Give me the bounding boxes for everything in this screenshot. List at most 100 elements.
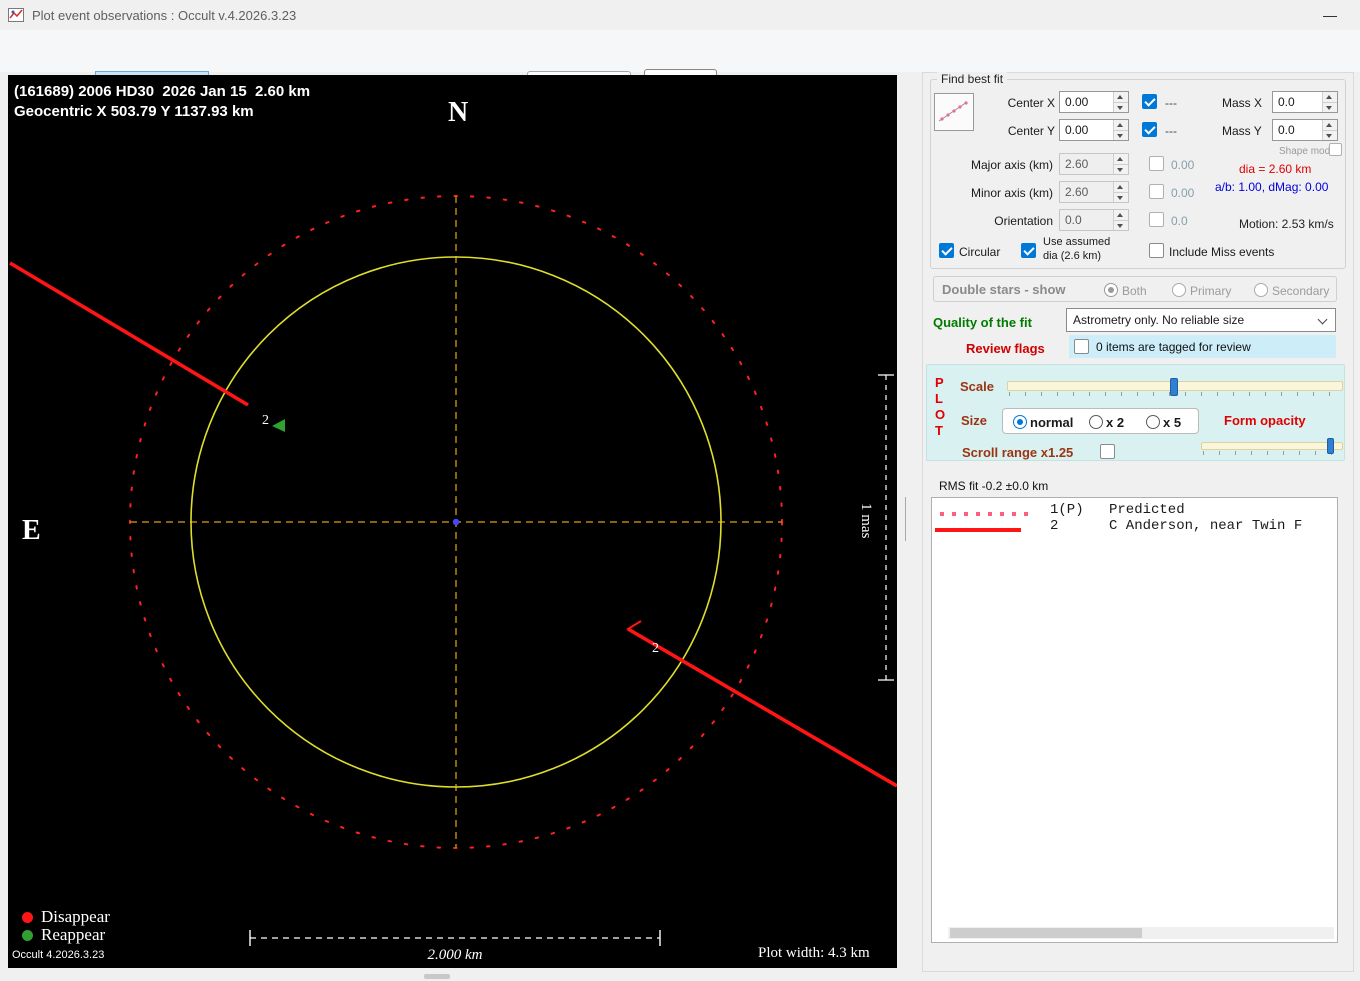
include-miss-label: Include Miss events <box>1169 245 1275 259</box>
chord-name: Predicted <box>1109 502 1185 518</box>
plot-letter-o: O <box>935 407 946 422</box>
center-x-result: --- <box>1165 96 1177 110</box>
spinner-down-icon[interactable] <box>1114 192 1128 202</box>
scale-slider[interactable] <box>1007 378 1343 398</box>
ab-dmag-text: a/b: 1.00, dMag: 0.00 <box>1215 180 1329 194</box>
major-axis-fit-checkbox[interactable] <box>1149 156 1164 171</box>
north-label: N <box>448 97 469 128</box>
scroll-range-checkbox[interactable] <box>1100 444 1115 459</box>
dia-text: dia = 2.60 km <box>1239 162 1312 176</box>
review-flags-checkbox[interactable] <box>1074 339 1089 354</box>
circular-checkbox[interactable] <box>939 243 954 258</box>
spinner-down-icon[interactable] <box>1323 130 1337 140</box>
east-label: E <box>22 515 41 546</box>
center-x-label: Center X <box>1007 96 1055 110</box>
menubar: with Plot... Plot options... ? Help Keep… <box>0 30 1360 98</box>
plot-letter-l: L <box>935 391 943 406</box>
center-x-spinner[interactable]: 0.00 <box>1059 91 1129 113</box>
orientation-check-value: 0.0 <box>1171 214 1188 228</box>
size-x2-label: x 2 <box>1106 415 1125 430</box>
mass-x-spinner[interactable]: 0.0 <box>1272 91 1338 113</box>
chord-2-segment-a <box>9 261 249 407</box>
spinner-down-icon[interactable] <box>1323 102 1337 112</box>
double-secondary-label: Secondary <box>1272 284 1330 298</box>
double-stars-label: Double stars - show <box>942 282 1066 297</box>
major-axis-label: Major axis (km) <box>970 158 1053 172</box>
plot-letter-p: P <box>935 375 944 390</box>
spinner-down-icon[interactable] <box>1114 102 1128 112</box>
center-y-spinner[interactable]: 0.00 <box>1059 119 1129 141</box>
spinner-up-icon[interactable] <box>1114 210 1128 221</box>
motion-text: Motion: 2.53 km/s <box>1239 217 1334 231</box>
reappear-dot-icon <box>22 930 33 941</box>
plot-hscrollbar-thumb[interactable] <box>424 974 450 979</box>
spinner-up-icon[interactable] <box>1114 92 1128 103</box>
mas-scale-label: 1 mas <box>858 503 874 539</box>
size-x2-radio[interactable] <box>1089 415 1103 429</box>
center-y-fit-checkbox[interactable] <box>1142 122 1157 137</box>
plot-canvas <box>9 195 897 946</box>
spinner-up-icon[interactable] <box>1323 120 1337 131</box>
center-y-result: --- <box>1165 124 1177 138</box>
hscrollbar-thumb[interactable] <box>950 928 1142 938</box>
include-miss-checkbox[interactable] <box>1149 243 1164 258</box>
mass-y-spinner[interactable]: 0.0 <box>1272 119 1338 141</box>
spinner-down-icon[interactable] <box>1114 220 1128 230</box>
chord-2-label-a: 2 <box>262 413 269 428</box>
chord-id: 2 <box>1050 518 1059 534</box>
chord-2-label-b: 2 <box>652 641 659 656</box>
center-x-fit-checkbox[interactable] <box>1142 94 1157 109</box>
spinner-down-icon[interactable] <box>1114 130 1128 140</box>
size-x5-radio[interactable] <box>1146 415 1160 429</box>
review-flags-box: 0 items are tagged for review <box>1069 335 1336 358</box>
quality-label: Quality of the fit <box>933 315 1032 330</box>
form-opacity-ticks <box>1203 451 1341 455</box>
size-normal-radio[interactable] <box>1013 415 1027 429</box>
shape-model-checkbox[interactable] <box>1329 143 1342 156</box>
spinner-up-icon[interactable] <box>1323 92 1337 103</box>
minor-axis-fit-checkbox[interactable] <box>1149 184 1164 199</box>
chord-list-hscrollbar[interactable] <box>948 927 1334 939</box>
plot-area[interactable]: (161689) 2006 HD30 2026 Jan 15 2.60 km G… <box>8 75 897 968</box>
double-primary-label: Primary <box>1190 284 1232 298</box>
use-assumed-line2: dia (2.6 km) <box>1043 250 1102 262</box>
center-dot <box>452 518 460 526</box>
spinner-up-icon[interactable] <box>1114 120 1128 131</box>
form-opacity-thumb[interactable] <box>1327 438 1334 454</box>
chord-row-observer[interactable]: 2 C Anderson, near Twin F <box>1050 518 1302 534</box>
chord-row-predicted[interactable]: 1(P) Predicted <box>1050 502 1185 518</box>
center-x-value: 0.00 <box>1065 95 1089 109</box>
spinner-up-icon[interactable] <box>1114 182 1128 193</box>
plot-controls-panel: P L O T Scale Size normal x 2 x 5 Form o… <box>926 364 1345 461</box>
orientation-spinner[interactable]: 0.0 <box>1059 209 1129 231</box>
spinner-up-icon[interactable] <box>1114 154 1128 165</box>
orientation-value: 0.0 <box>1065 213 1082 227</box>
plot-title-line1: (161689) 2006 HD30 2026 Jan 15 2.60 km <box>14 83 311 100</box>
legend-reappear: Reappear <box>41 925 106 944</box>
center-y-label: Center Y <box>1007 124 1055 138</box>
use-assumed-line1: Use assumed <box>1043 236 1111 248</box>
minimize-button[interactable] <box>1310 0 1350 30</box>
form-opacity-slider[interactable] <box>1201 438 1343 456</box>
plot-letter-t: T <box>935 423 943 438</box>
form-opacity-track <box>1201 442 1343 450</box>
mass-x-label: Mass X <box>1222 96 1263 110</box>
app-icon <box>8 8 24 22</box>
chord-list[interactable]: 1(P) Predicted 2 C Anderson, near Twin F <box>931 497 1338 943</box>
mass-x-value: 0.0 <box>1278 95 1295 109</box>
minor-axis-spinner[interactable]: 2.60 <box>1059 181 1129 203</box>
fit-chart-button[interactable] <box>934 93 974 131</box>
orientation-fit-checkbox[interactable] <box>1149 212 1164 227</box>
size-x5-label: x 5 <box>1163 415 1182 430</box>
double-both-radio[interactable] <box>1104 283 1118 297</box>
use-assumed-dia-checkbox[interactable] <box>1021 243 1036 258</box>
occult-version: Occult 4.2026.3.23 <box>12 949 105 961</box>
quality-dropdown[interactable]: Astrometry only. No reliable size <box>1066 308 1336 332</box>
double-primary-radio[interactable] <box>1172 283 1186 297</box>
scale-slider-thumb[interactable] <box>1170 378 1178 396</box>
spinner-down-icon[interactable] <box>1114 164 1128 174</box>
double-secondary-radio[interactable] <box>1254 283 1268 297</box>
find-best-fit-label: Find best fit <box>937 72 1008 86</box>
major-axis-check-value: 0.00 <box>1171 158 1195 172</box>
major-axis-spinner[interactable]: 2.60 <box>1059 153 1129 175</box>
